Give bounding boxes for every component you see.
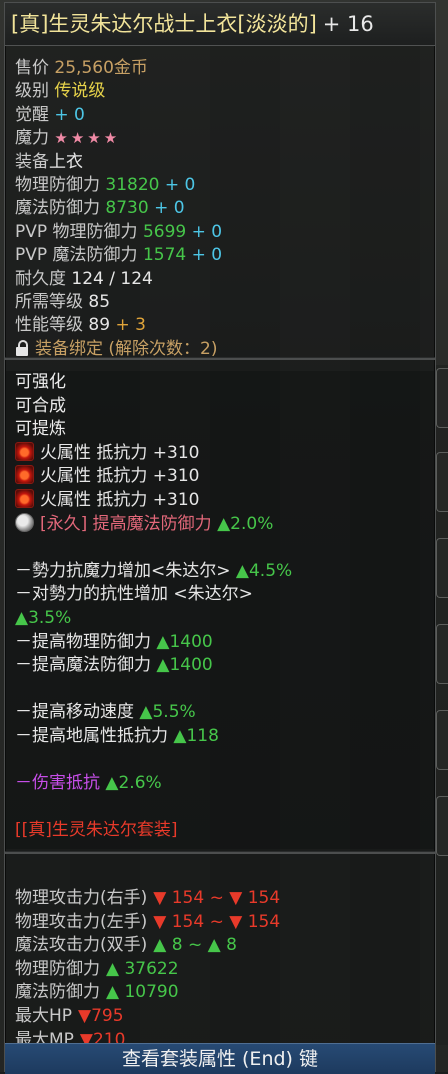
fire-resist-row: 火属性 抵抗力 +310 (5, 488, 435, 513)
compare-stat-row: 物理攻击力(左手) ▼ 154 ~ ▼ 154 (5, 911, 435, 935)
side-slot[interactable] (436, 538, 448, 598)
compare-stat-value: ▲ 10790 (106, 982, 179, 1003)
compare-stat-label: 魔法防御力 (15, 982, 100, 1003)
price-row: 售价 25,560金币 (15, 58, 148, 78)
move-speed-row: －提高移动速度 ▲5.5% (15, 702, 196, 723)
side-slot[interactable] (436, 796, 448, 856)
fire-gem-icon (15, 488, 34, 508)
set-attributes-hint: 查看套装属性 (End) 键 (5, 1043, 435, 1074)
fire-gem-icon (15, 441, 34, 461)
durability-row: 耐久度 124 / 124 (15, 268, 153, 289)
side-slot[interactable] (436, 452, 448, 512)
magic-stars: ★★★★ (54, 129, 121, 148)
item-title-bar: [真]生灵朱达尔战士上衣[淡淡的] + 16 (5, 3, 435, 46)
compare-stat-row: 物理防御力 ▲ 37622 (5, 958, 435, 982)
compare-stat-label: 最大HP (15, 1005, 73, 1026)
lock-icon (15, 339, 29, 357)
fire-resist-row: 火属性 抵抗力 +310 (5, 465, 435, 489)
mag-def-row: 魔法防御力 8730 + 0 (15, 198, 185, 219)
pvp-phys-def-row: PVP 物理防御力 5699 + 0 (15, 221, 223, 242)
compare-stat-value: ▲ 8 ~ ▲ 8 (153, 935, 237, 956)
divider (5, 851, 435, 854)
fire-resist-row: 火属性 抵抗力 +310 (5, 441, 435, 466)
grade-value: 传说级 (54, 81, 106, 102)
item-tooltip: [真]生灵朱达尔战士上衣[淡淡的] + 16 售价 25,560金币 级别 传说级… (4, 2, 436, 1074)
compare-stat-row: 魔法攻击力(双手) ▲ 8 ~ ▲ 8 (5, 934, 435, 958)
compare-stat-label: 魔法攻击力(双手) (15, 935, 148, 956)
influence-resist-row: －对勢力的抗性增加 <朱达尔> (15, 584, 253, 605)
earth-resist-row: －提高地属性抵抗力 ▲118 (15, 725, 219, 746)
enhanceable-text: 可强化 (15, 372, 66, 392)
compare-stat-label: 物理攻击力(右手) (15, 888, 148, 908)
enhance-level: + 16 (322, 12, 374, 36)
magic-row: 魔力 ★★★★ (15, 128, 121, 149)
bind-text: 装备绑定 (解除次数：2) (35, 338, 218, 359)
damage-resist-row: －伤害抵抗 ▲2.6% (15, 773, 162, 794)
compare-stats-section: 物理攻击力(右手) ▼ 154 ~ ▼ 154 物理攻击力(左手) ▼ 154 ~ ▼… (5, 887, 435, 1052)
compare-stat-row: 物理攻击力(右手) ▼ 154 ~ ▼ 154 (5, 887, 435, 911)
equip-slot-value: 上衣 (49, 151, 83, 172)
required-level-row: 所需等级 85 (15, 291, 111, 312)
awaken-row: 觉醒 + 0 (15, 104, 85, 125)
compare-stat-value: ▼795 (78, 1005, 124, 1026)
influence-bonus-row: －勢力抗魔力增加<朱达尔> ▲4.5% (15, 560, 293, 581)
properties-section: 可强化 可合成 可提炼 火属性 抵抗力 +310 火属性 抵抗力 +310 火属… (5, 371, 435, 849)
grade-row: 级别 传说级 (15, 81, 106, 102)
price-value: 25,560金币 (54, 58, 148, 78)
mag-def-up-row: －提高魔法防御力 ▲1400 (15, 655, 213, 676)
compare-stat-row: 最大HP ▼795 (5, 1005, 435, 1029)
equip-slot-row: 装备上衣 (15, 151, 83, 172)
item-name: [真]生灵朱达尔战士上衣[淡淡的] (11, 12, 317, 36)
pvp-mag-def-row: PVP 魔法防御力 1574 + 0 (15, 245, 223, 266)
divider (5, 357, 435, 360)
compare-stat-value: ▼ 154 ~ ▼ 154 (153, 888, 281, 908)
combinable-text: 可合成 (15, 395, 66, 416)
side-slot[interactable] (436, 368, 448, 428)
set-name: [[真]生灵朱达尔套装] (15, 820, 178, 841)
fire-gem-icon (15, 465, 34, 485)
side-slot[interactable] (436, 624, 448, 684)
refinable-text: 可提炼 (15, 419, 66, 440)
performance-level-row: 性能等级 89 + 3 (15, 315, 146, 336)
compare-stat-value: ▲ 37622 (106, 958, 179, 979)
awaken-value: + 0 (54, 104, 85, 125)
compare-stat-label: 物理防御力 (15, 958, 100, 979)
compare-stat-row: 魔法防御力 ▲ 10790 (5, 981, 435, 1005)
basic-info-section: 售价 25,560金币 级别 传说级 觉醒 + 0 魔力 ★★★★ 装备上衣 物… (5, 57, 435, 361)
permanent-bonus-row: [永久] 提高魔法防御力 ▲2.0% (5, 512, 435, 537)
compare-stat-value: ▼ 154 ~ ▼ 154 (153, 911, 281, 932)
side-slot[interactable] (436, 710, 448, 770)
phys-def-up-row: －提高物理防御力 ▲1400 (15, 631, 213, 652)
compare-stat-label: 物理攻击力(左手) (15, 911, 148, 932)
phys-def-row: 物理防御力 31820 + 0 (15, 174, 196, 195)
moon-orb-icon (15, 512, 34, 532)
influence-resist-value: ▲3.5% (15, 607, 72, 628)
